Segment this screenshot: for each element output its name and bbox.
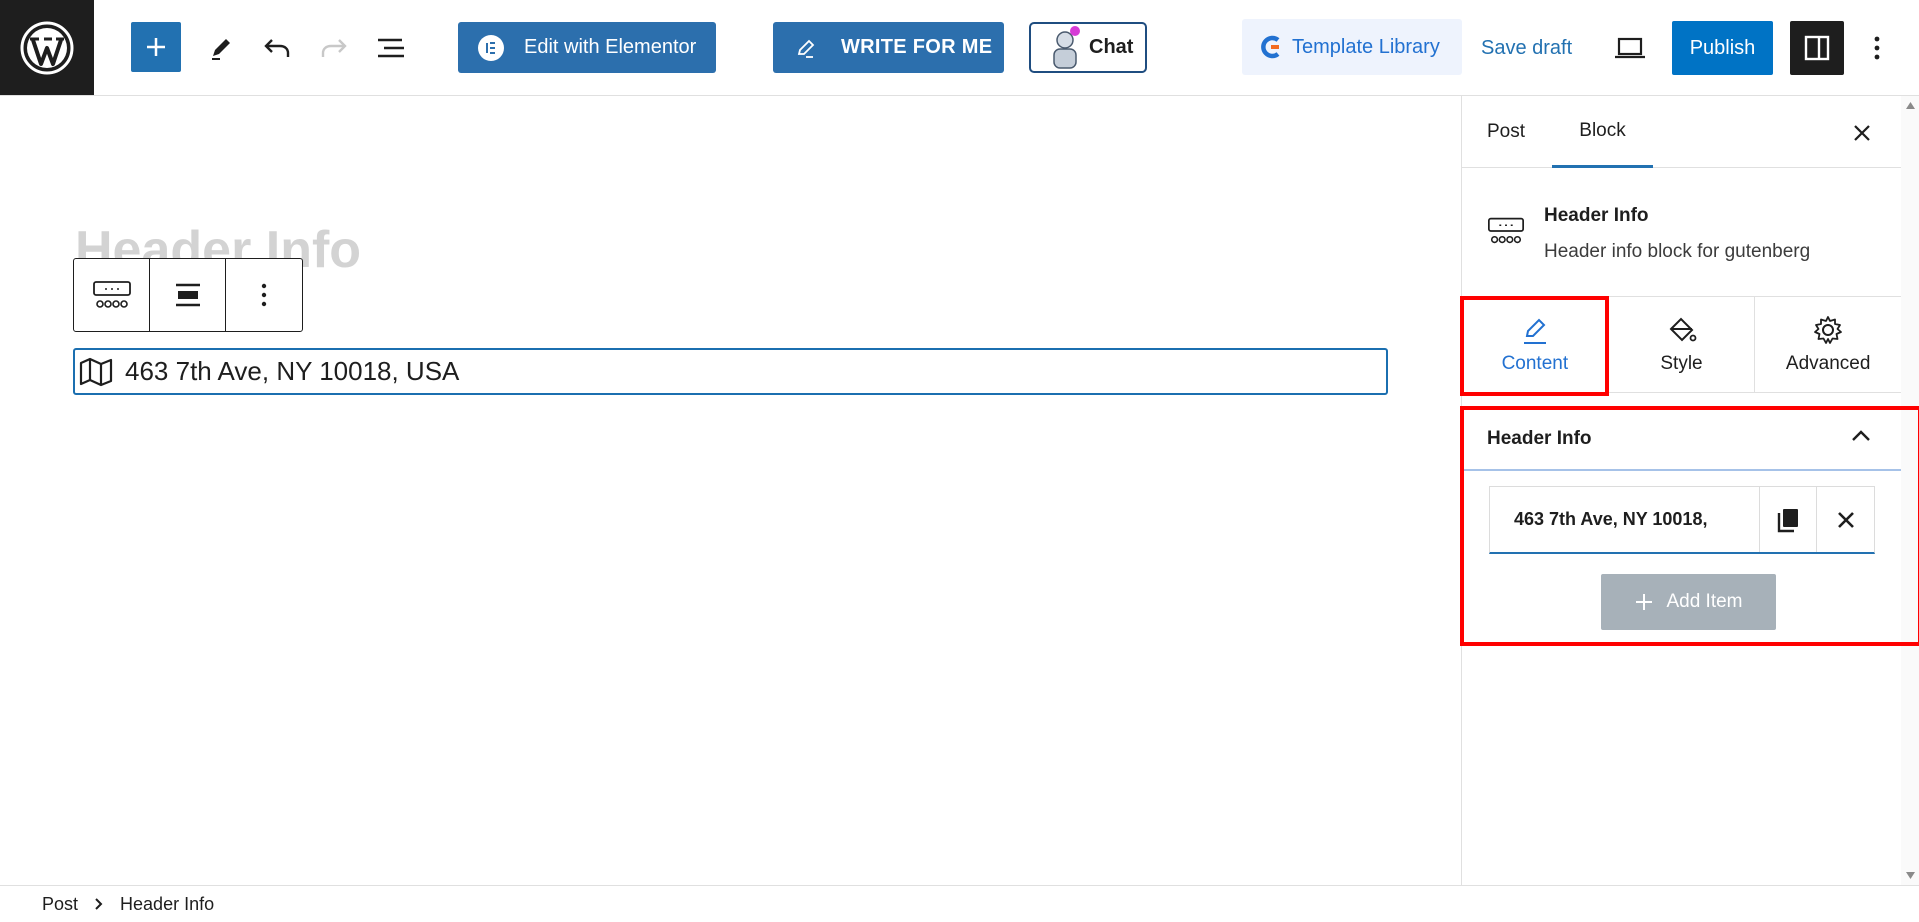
tab-style[interactable]: Style [1609,297,1756,392]
tab-post[interactable]: Post [1487,96,1525,168]
chat-bot-avatar-icon [1053,25,1080,69]
plus-icon [147,38,165,56]
map-icon [79,357,113,386]
close-sidebar-button[interactable] [1847,118,1877,148]
save-draft-button[interactable]: Save draft [1481,37,1572,60]
scroll-arrows-icon [1906,102,1915,879]
block-type-button[interactable] [74,259,150,331]
add-block-button[interactable] [131,22,181,72]
remove-item-button[interactable] [1817,487,1874,552]
item-text-field[interactable]: 463 7th Ave, NY 10018, [1490,487,1760,552]
wordpress-logo-icon[interactable] [0,0,94,95]
redo-icon [321,39,347,57]
block-toolbar [73,258,303,332]
tools-button[interactable] [199,26,243,70]
sidebar-tabs: Post Block [1462,96,1901,168]
laptop-icon [1615,37,1645,59]
tab-style-label: Style [1660,352,1703,374]
tab-advanced[interactable]: Advanced [1755,297,1901,392]
gear-icon [1814,315,1843,344]
template-library-icon [1261,35,1280,59]
tab-content[interactable]: Content [1462,297,1609,392]
close-icon [1854,125,1870,141]
block-card: Header Info Header info block for gutenb… [1462,169,1901,295]
breadcrumb: Post Header Info [0,885,1919,922]
block-options-button[interactable] [226,259,302,331]
write-for-me-button[interactable]: WRITE FOR ME [773,22,1004,73]
settings-sidebar: Post Block Header Info Header info block… [1460,96,1919,885]
document-overview-button[interactable] [369,26,413,70]
plus-icon [1636,594,1653,610]
chat-button[interactable]: Chat [1029,22,1147,73]
add-item-label: Add Item [1666,591,1743,612]
kebab-menu-icon [261,283,267,307]
breadcrumb-root[interactable]: Post [42,894,78,915]
close-icon [1837,511,1854,528]
section-title: Header Info [1487,428,1592,449]
sidebar-toggle-icon [1804,35,1830,61]
paint-bucket-icon [1669,317,1696,341]
chevron-up-icon [1852,430,1870,441]
kebab-menu-icon [1874,36,1880,60]
panel-tabs: Content Style Advanced [1462,296,1901,393]
tab-block[interactable]: Block [1552,96,1653,168]
tab-advanced-label: Advanced [1785,352,1871,374]
align-button[interactable] [150,259,226,331]
header-info-block-icon [1488,217,1524,244]
align-center-icon [175,283,200,307]
undo-button[interactable] [255,26,299,70]
redo-button[interactable] [312,26,356,70]
list-view-icon [378,38,404,58]
breadcrumb-current[interactable]: Header Info [120,894,214,915]
sidebar-scrollbar[interactable] [1901,96,1919,885]
duplicate-item-button[interactable] [1760,487,1817,552]
template-library-label: Template Library [1292,35,1440,58]
tab-content-label: Content [1501,352,1569,374]
list-item: 463 7th Ave, NY 10018, [1489,486,1875,554]
settings-button[interactable] [1790,21,1844,75]
header-info-section-toggle[interactable]: Header Info [1462,409,1901,471]
pen-icon [797,39,815,58]
preview-button[interactable] [1610,28,1650,68]
copy-icon [1777,508,1798,532]
add-item-button[interactable]: Add Item [1601,574,1776,630]
elementor-icon [478,34,504,61]
undo-icon [264,39,290,57]
header-info-block[interactable]: 463 7th Ave, NY 10018, USA [73,348,1388,395]
edit-with-elementor-label: Edit with Elementor [524,36,697,58]
header-info-block-icon [92,281,131,308]
chevron-right-icon [95,898,103,910]
options-button[interactable] [1861,26,1893,70]
chat-label: Chat [1089,36,1134,58]
block-card-description: Header info block for gutenberg [1544,241,1811,262]
top-toolbar: Edit with Elementor WRITE FOR ME Chat Te… [0,0,1919,96]
publish-button[interactable]: Publish [1672,21,1773,75]
write-for-me-label: WRITE FOR ME [841,36,993,58]
pencil-icon [212,39,230,60]
block-card-title: Header Info [1544,205,1649,226]
template-library-button[interactable]: Template Library [1242,19,1462,75]
edit-with-elementor-button[interactable]: Edit with Elementor [458,22,716,73]
header-info-text[interactable]: 463 7th Ave, NY 10018, USA [125,356,459,387]
pencil-icon [1523,318,1546,344]
